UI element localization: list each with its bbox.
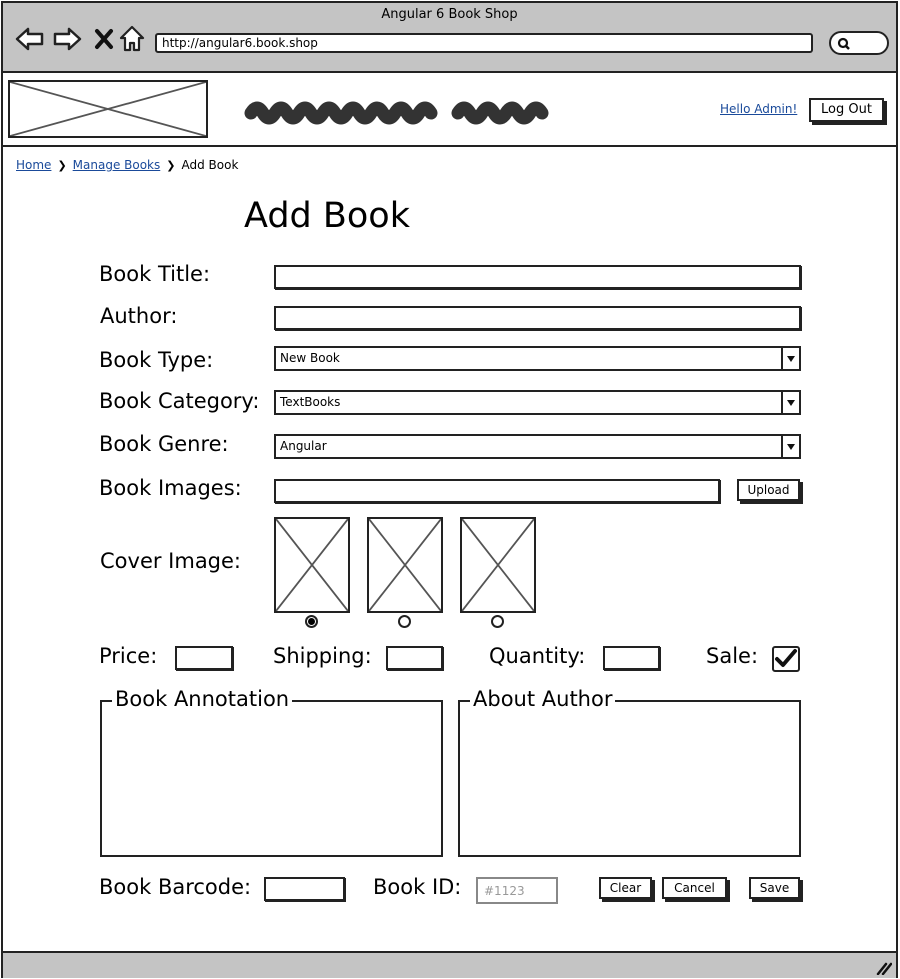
chevron-right-icon: ❯: [166, 158, 176, 172]
browser-window: Angular 6 Book Shop http://angular6.book…: [1, 1, 898, 978]
forward-arrow-icon: [53, 27, 82, 51]
back-button[interactable]: [15, 25, 45, 53]
book-title-input[interactable]: [274, 265, 801, 289]
forward-button[interactable]: [52, 25, 82, 53]
hello-admin-link[interactable]: Hello Admin!: [720, 102, 797, 116]
author-input[interactable]: [274, 306, 801, 330]
browser-search-field[interactable]: [829, 31, 889, 55]
upload-button[interactable]: Upload: [737, 479, 800, 501]
window-title: Angular 6 Book Shop: [381, 7, 518, 22]
book-type-label: Book Type:: [99, 348, 214, 372]
cover-thumbnail[interactable]: [460, 517, 536, 613]
quantity-input[interactable]: [603, 646, 660, 670]
book-id-field[interactable]: #1123: [476, 877, 558, 904]
book-images-label: Book Images:: [99, 476, 242, 500]
home-icon: [119, 25, 145, 52]
book-category-label: Book Category:: [99, 389, 260, 413]
chevron-down-icon: [781, 348, 799, 369]
breadcrumb-current: Add Book: [181, 158, 239, 172]
browser-toolbar: Angular 6 Book Shop http://angular6.book…: [3, 3, 896, 73]
book-annotation-legend: Book Annotation: [112, 687, 293, 711]
chevron-down-icon: [781, 436, 799, 457]
shipping-input[interactable]: [386, 646, 443, 670]
status-bar: [3, 951, 896, 978]
book-type-select[interactable]: New Book: [274, 346, 801, 371]
address-bar[interactable]: http://angular6.book.shop: [155, 33, 813, 53]
book-genre-value: Angular: [280, 439, 327, 453]
cancel-button[interactable]: Cancel: [662, 877, 727, 899]
price-input[interactable]: [175, 646, 233, 670]
image-placeholder-icon: [9, 81, 207, 137]
cover-radio-1[interactable]: [305, 615, 318, 628]
breadcrumb-home-link[interactable]: Home: [16, 158, 51, 172]
sale-checkbox[interactable]: [772, 646, 800, 672]
image-placeholder-icon: [461, 518, 535, 612]
checkmark-icon: [775, 649, 797, 667]
site-header: Hello Admin! Log Out: [3, 73, 896, 147]
book-images-input[interactable]: [274, 479, 720, 503]
book-barcode-label: Book Barcode:: [99, 875, 252, 899]
book-genre-select[interactable]: Angular: [274, 434, 801, 459]
chevron-down-icon: [781, 392, 799, 413]
about-author-legend: About Author: [470, 687, 616, 711]
image-placeholder-icon: [368, 518, 442, 612]
chevron-right-icon: ❯: [57, 158, 67, 172]
book-barcode-input[interactable]: [264, 877, 345, 901]
cover-thumbnail[interactable]: [367, 517, 443, 613]
breadcrumb-manage-books-link[interactable]: Manage Books: [73, 158, 161, 172]
cover-image-label: Cover Image:: [100, 549, 242, 573]
price-label: Price:: [99, 644, 158, 668]
resize-grip-icon[interactable]: [876, 961, 892, 975]
shipping-label: Shipping:: [273, 644, 372, 668]
cover-radio-3[interactable]: [491, 615, 504, 628]
sale-label: Sale:: [706, 644, 759, 668]
stop-button[interactable]: [89, 25, 119, 53]
logout-button[interactable]: Log Out: [809, 98, 884, 122]
book-type-value: New Book: [280, 351, 340, 365]
search-icon: [837, 37, 850, 50]
cover-thumbnail[interactable]: [274, 517, 350, 613]
book-title-label: Book Title:: [99, 262, 211, 286]
site-name-scribble: [243, 91, 553, 135]
url-text: http://angular6.book.shop: [162, 36, 318, 50]
close-icon: [95, 29, 113, 49]
clear-button[interactable]: Clear: [599, 877, 652, 899]
about-author-box[interactable]: About Author: [458, 687, 801, 857]
page-title: Add Book: [244, 196, 410, 236]
quantity-label: Quantity:: [489, 644, 586, 668]
image-placeholder-icon: [275, 518, 349, 612]
back-arrow-icon: [15, 27, 44, 51]
breadcrumb: Home ❯ Manage Books ❯ Add Book: [16, 158, 238, 172]
logo-placeholder: [8, 80, 208, 138]
book-id-label: Book ID:: [373, 875, 462, 899]
author-label: Author:: [100, 304, 178, 328]
book-genre-label: Book Genre:: [99, 432, 229, 456]
book-annotation-box[interactable]: Book Annotation: [100, 687, 443, 857]
book-category-select[interactable]: TextBooks: [274, 390, 801, 415]
book-category-value: TextBooks: [280, 395, 341, 409]
home-button[interactable]: [117, 25, 147, 53]
cover-radio-2[interactable]: [398, 615, 411, 628]
save-button[interactable]: Save: [749, 877, 800, 899]
